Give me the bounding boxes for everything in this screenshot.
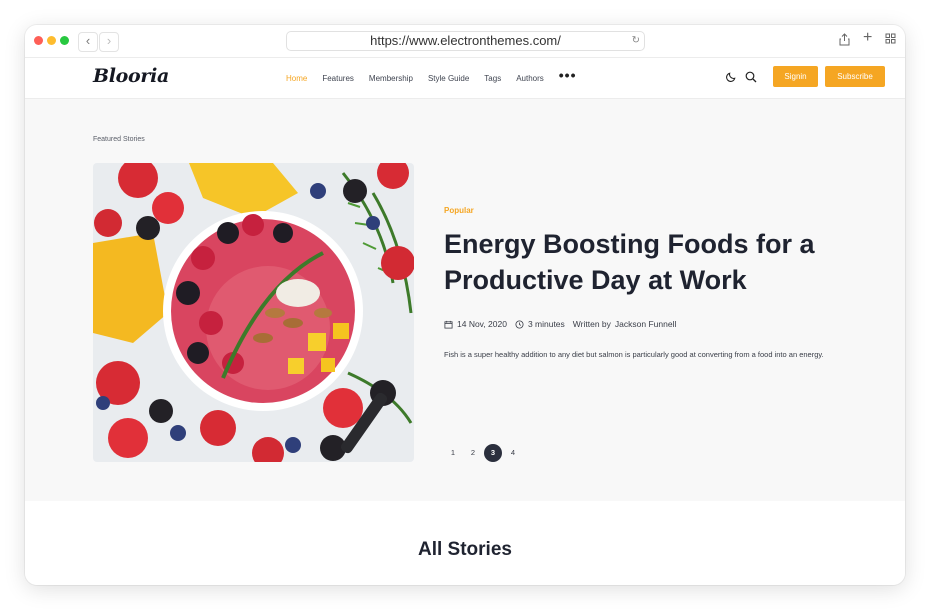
site-header: Blooria Home Features Membership Style G… (25, 58, 905, 99)
post-title[interactable]: Energy Boosting Foods for a Productive D… (444, 226, 844, 298)
subscribe-button[interactable]: Subscribe (825, 66, 885, 87)
reload-icon[interactable]: ↻ (632, 32, 640, 50)
url-text: https://www.electronthemes.com/ (370, 33, 561, 48)
clock-icon (515, 319, 524, 329)
menu-item-home[interactable]: Home (286, 74, 307, 83)
share-icon[interactable] (839, 33, 850, 49)
section-label: Featured Stories (93, 136, 145, 143)
tab-overview-icon[interactable] (885, 33, 896, 47)
post-meta: 14 Nov, 2020 3 minutes Written by Jackso… (444, 319, 676, 329)
post-date: 14 Nov, 2020 (457, 319, 507, 329)
forward-arrow-icon[interactable]: › (99, 32, 119, 52)
page-4-button[interactable]: 4 (504, 444, 522, 462)
menu-item-authors[interactable]: Authors (516, 74, 544, 83)
close-window-button[interactable] (34, 36, 43, 45)
featured-post-image[interactable] (93, 163, 414, 462)
calendar-icon (444, 320, 453, 329)
browser-toolbar: ‹ › https://www.electronthemes.com/ ↻ + (25, 25, 905, 58)
all-stories-section: All Stories (25, 501, 905, 585)
maximize-window-button[interactable] (60, 36, 69, 45)
menu-item-style-guide[interactable]: Style Guide (428, 74, 469, 83)
page-3-button[interactable]: 3 (484, 444, 502, 462)
dark-mode-icon[interactable] (726, 71, 737, 82)
page-2-button[interactable]: 2 (464, 444, 482, 462)
back-arrow-icon[interactable]: ‹ (78, 32, 98, 52)
post-excerpt: Fish is a super healthy addition to any … (444, 350, 824, 359)
browser-window: ‹ › https://www.electronthemes.com/ ↻ + … (25, 25, 905, 585)
new-tab-icon[interactable]: + (863, 30, 872, 46)
featured-pagination: 1 2 3 4 (444, 444, 524, 462)
menu-item-membership[interactable]: Membership (369, 74, 413, 83)
page-1-button[interactable]: 1 (444, 444, 462, 462)
minimize-window-button[interactable] (47, 36, 56, 45)
post-author[interactable]: Jackson Funnell (615, 319, 676, 329)
written-by-label: Written by (572, 319, 611, 329)
main-menu: Home Features Membership Style Guide Tag… (286, 58, 577, 98)
site-logo[interactable]: Blooria (93, 65, 169, 87)
search-icon[interactable] (745, 71, 757, 83)
address-bar[interactable]: https://www.electronthemes.com/ ↻ (286, 31, 645, 51)
signin-button[interactable]: Signin (773, 66, 818, 87)
all-stories-heading: All Stories (418, 539, 512, 560)
read-time: 3 minutes (527, 319, 565, 329)
post-category-tag[interactable]: Popular (444, 206, 474, 215)
more-menu-icon[interactable]: ••• (559, 67, 577, 83)
menu-item-features[interactable]: Features (322, 74, 354, 83)
menu-item-tags[interactable]: Tags (484, 74, 501, 83)
